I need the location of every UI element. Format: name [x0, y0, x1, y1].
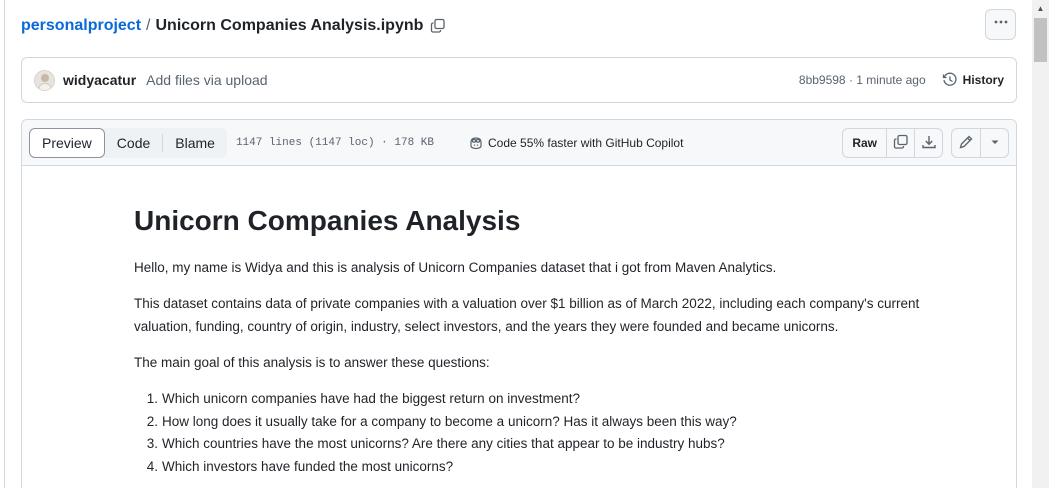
- edit-button[interactable]: [952, 129, 980, 157]
- description-paragraph: This dataset contains data of private co…: [134, 296, 920, 334]
- tab-blame[interactable]: Blame: [163, 128, 227, 158]
- notebook-title: Unicorn Companies Analysis: [134, 205, 521, 236]
- breadcrumb-file-name: Unicorn Companies Analysis.ipynb: [155, 17, 424, 34]
- github-file-view: personalproject / Unicorn Companies Anal…: [0, 0, 1049, 488]
- file-header: Preview Code Blame 1147 lines (1147 loc)…: [22, 120, 1016, 166]
- copilot-icon: [468, 135, 484, 151]
- latest-commit-bar: widyacatur Add files via upload 8bb9598 …: [21, 57, 1017, 103]
- pencil-icon: [958, 134, 974, 153]
- list-item: 4. Which investors have funded the most u…: [146, 458, 454, 474]
- commit-author-link[interactable]: widyacatur: [63, 72, 136, 88]
- breadcrumb: personalproject / Unicorn Companies Anal…: [21, 14, 446, 38]
- commit-message-link[interactable]: Add files via upload: [146, 72, 267, 88]
- edit-group: [951, 128, 1009, 158]
- file-actions: Raw: [842, 128, 1009, 158]
- edit-options-dropdown[interactable]: [980, 129, 1008, 157]
- notebook-markdown: Unicorn Companies Analysis Hello, my nam…: [134, 203, 964, 474]
- copy-raw-icon: [893, 134, 909, 153]
- tab-preview[interactable]: Preview: [29, 127, 105, 158]
- history-label: History: [962, 73, 1004, 87]
- download-icon: [921, 134, 937, 153]
- more-options-button[interactable]: [985, 9, 1016, 40]
- goal-paragraph: The main goal of this analysis is to ans…: [134, 355, 490, 370]
- scrollbar-track[interactable]: [1032, 0, 1049, 488]
- raw-button[interactable]: Raw: [843, 129, 886, 157]
- list-item: 2. How long does it usually take for a co…: [146, 413, 737, 429]
- breadcrumb-separator: /: [146, 17, 151, 34]
- questions-list: 1. Which unicorn companies have had the b…: [134, 388, 737, 478]
- commit-meta-group: 8bb9598 · 1 minute ago History: [799, 72, 1004, 88]
- list-item: 1. Which unicorn companies have had the b…: [146, 391, 580, 406]
- avatar[interactable]: [34, 69, 55, 91]
- history-button[interactable]: History: [942, 72, 1004, 88]
- scrollbar-thumb[interactable]: [1034, 18, 1047, 62]
- commit-sha-time[interactable]: 8bb9598 · 1 minute ago: [799, 73, 926, 87]
- copy-icon[interactable]: [430, 18, 446, 34]
- raw-copy-download-group: Raw: [842, 128, 943, 158]
- left-border: [4, 0, 5, 488]
- intro-paragraph: Hello, my name is Widya and this is anal…: [134, 260, 777, 275]
- copilot-promo-link[interactable]: Code 55% faster with GitHub Copilot: [468, 135, 683, 151]
- file-size-info: 1147 lines (1147 loc) · 178 KB: [235, 136, 434, 149]
- history-clock-icon: [942, 72, 958, 88]
- copy-raw-button[interactable]: [886, 129, 914, 157]
- breadcrumb-repo-link[interactable]: personalproject: [21, 17, 141, 35]
- list-item: 3. Which countries have the most unicorns…: [146, 436, 725, 451]
- download-button[interactable]: [914, 129, 942, 157]
- file-viewer: Preview Code Blame 1147 lines (1147 loc)…: [21, 119, 1017, 488]
- scroll-up-arrow-icon[interactable]: ▲: [1035, 3, 1046, 13]
- kebab-horizontal-icon: [993, 14, 1009, 35]
- tab-code[interactable]: Code: [105, 128, 162, 158]
- view-mode-segmented-control: Preview Code Blame: [29, 127, 227, 158]
- copilot-text: Code 55% faster with GitHub Copilot: [488, 135, 684, 150]
- triangle-down-icon: [987, 134, 1003, 153]
